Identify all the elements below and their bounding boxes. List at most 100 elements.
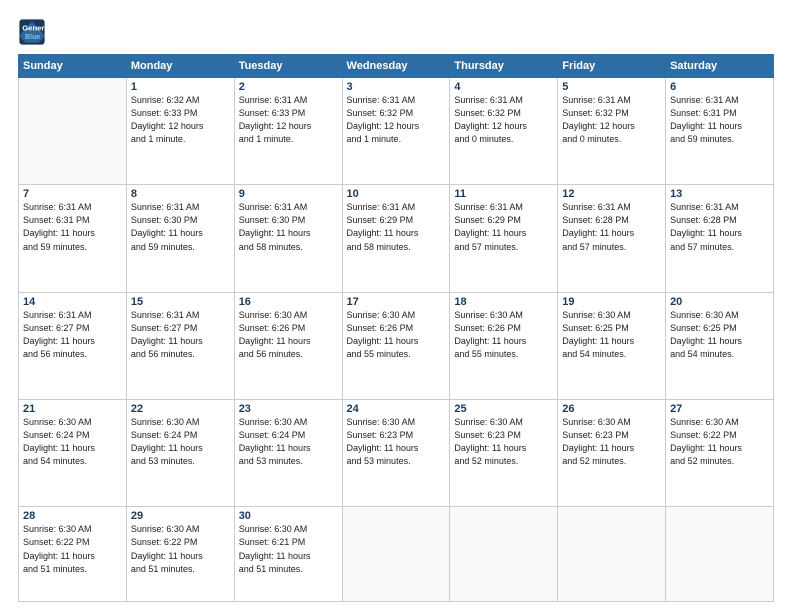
calendar-cell: 7Sunrise: 6:31 AM Sunset: 6:31 PM Daylig… [19,185,127,292]
day-number: 20 [670,296,769,308]
day-number: 30 [239,510,338,522]
day-number: 10 [347,188,446,200]
calendar-header-row: SundayMondayTuesdayWednesdayThursdayFrid… [19,55,774,78]
col-header-monday: Monday [126,55,234,78]
calendar-cell [666,507,774,602]
calendar-cell: 12Sunrise: 6:31 AM Sunset: 6:28 PM Dayli… [558,185,666,292]
calendar-cell: 17Sunrise: 6:30 AM Sunset: 6:26 PM Dayli… [342,292,450,399]
day-info: Sunrise: 6:30 AM Sunset: 6:22 PM Dayligh… [670,416,769,468]
day-info: Sunrise: 6:30 AM Sunset: 6:25 PM Dayligh… [670,309,769,361]
day-number: 22 [131,403,230,415]
day-info: Sunrise: 6:31 AM Sunset: 6:30 PM Dayligh… [239,201,338,253]
day-number: 17 [347,296,446,308]
day-number: 5 [562,81,661,93]
day-info: Sunrise: 6:30 AM Sunset: 6:21 PM Dayligh… [239,523,338,575]
day-info: Sunrise: 6:31 AM Sunset: 6:32 PM Dayligh… [347,94,446,146]
calendar-cell [342,507,450,602]
day-number: 2 [239,81,338,93]
day-number: 21 [23,403,122,415]
day-number: 27 [670,403,769,415]
day-info: Sunrise: 6:32 AM Sunset: 6:33 PM Dayligh… [131,94,230,146]
day-number: 15 [131,296,230,308]
col-header-friday: Friday [558,55,666,78]
day-info: Sunrise: 6:31 AM Sunset: 6:33 PM Dayligh… [239,94,338,146]
calendar-cell: 9Sunrise: 6:31 AM Sunset: 6:30 PM Daylig… [234,185,342,292]
day-number: 12 [562,188,661,200]
calendar-cell: 23Sunrise: 6:30 AM Sunset: 6:24 PM Dayli… [234,400,342,507]
day-number: 1 [131,81,230,93]
week-row-1: 1Sunrise: 6:32 AM Sunset: 6:33 PM Daylig… [19,78,774,185]
logo-icon: General Blue [18,18,46,46]
calendar-cell: 14Sunrise: 6:31 AM Sunset: 6:27 PM Dayli… [19,292,127,399]
day-info: Sunrise: 6:30 AM Sunset: 6:26 PM Dayligh… [239,309,338,361]
day-number: 8 [131,188,230,200]
header: General Blue [18,18,774,46]
calendar-cell: 28Sunrise: 6:30 AM Sunset: 6:22 PM Dayli… [19,507,127,602]
day-number: 26 [562,403,661,415]
calendar-cell: 8Sunrise: 6:31 AM Sunset: 6:30 PM Daylig… [126,185,234,292]
calendar-cell [450,507,558,602]
day-info: Sunrise: 6:31 AM Sunset: 6:28 PM Dayligh… [562,201,661,253]
page: General Blue SundayMondayTuesdayWednesda… [0,0,792,612]
week-row-3: 14Sunrise: 6:31 AM Sunset: 6:27 PM Dayli… [19,292,774,399]
calendar-cell: 11Sunrise: 6:31 AM Sunset: 6:29 PM Dayli… [450,185,558,292]
day-info: Sunrise: 6:30 AM Sunset: 6:22 PM Dayligh… [23,523,122,575]
day-info: Sunrise: 6:30 AM Sunset: 6:23 PM Dayligh… [454,416,553,468]
week-row-5: 28Sunrise: 6:30 AM Sunset: 6:22 PM Dayli… [19,507,774,602]
col-header-thursday: Thursday [450,55,558,78]
day-number: 14 [23,296,122,308]
calendar-cell: 4Sunrise: 6:31 AM Sunset: 6:32 PM Daylig… [450,78,558,185]
calendar-cell: 24Sunrise: 6:30 AM Sunset: 6:23 PM Dayli… [342,400,450,507]
calendar-cell: 13Sunrise: 6:31 AM Sunset: 6:28 PM Dayli… [666,185,774,292]
calendar-cell: 21Sunrise: 6:30 AM Sunset: 6:24 PM Dayli… [19,400,127,507]
day-number: 18 [454,296,553,308]
calendar-cell: 29Sunrise: 6:30 AM Sunset: 6:22 PM Dayli… [126,507,234,602]
calendar-cell: 20Sunrise: 6:30 AM Sunset: 6:25 PM Dayli… [666,292,774,399]
day-number: 28 [23,510,122,522]
day-info: Sunrise: 6:31 AM Sunset: 6:32 PM Dayligh… [454,94,553,146]
day-info: Sunrise: 6:31 AM Sunset: 6:27 PM Dayligh… [23,309,122,361]
day-number: 3 [347,81,446,93]
day-number: 9 [239,188,338,200]
day-info: Sunrise: 6:30 AM Sunset: 6:24 PM Dayligh… [131,416,230,468]
day-info: Sunrise: 6:30 AM Sunset: 6:25 PM Dayligh… [562,309,661,361]
calendar-cell [19,78,127,185]
day-number: 29 [131,510,230,522]
svg-text:General: General [22,24,46,33]
col-header-saturday: Saturday [666,55,774,78]
calendar-cell: 30Sunrise: 6:30 AM Sunset: 6:21 PM Dayli… [234,507,342,602]
day-info: Sunrise: 6:30 AM Sunset: 6:23 PM Dayligh… [562,416,661,468]
week-row-2: 7Sunrise: 6:31 AM Sunset: 6:31 PM Daylig… [19,185,774,292]
day-number: 11 [454,188,553,200]
calendar-cell: 26Sunrise: 6:30 AM Sunset: 6:23 PM Dayli… [558,400,666,507]
day-info: Sunrise: 6:30 AM Sunset: 6:24 PM Dayligh… [239,416,338,468]
day-info: Sunrise: 6:31 AM Sunset: 6:28 PM Dayligh… [670,201,769,253]
calendar-cell: 25Sunrise: 6:30 AM Sunset: 6:23 PM Dayli… [450,400,558,507]
day-info: Sunrise: 6:30 AM Sunset: 6:24 PM Dayligh… [23,416,122,468]
day-info: Sunrise: 6:31 AM Sunset: 6:32 PM Dayligh… [562,94,661,146]
calendar-table: SundayMondayTuesdayWednesdayThursdayFrid… [18,54,774,602]
week-row-4: 21Sunrise: 6:30 AM Sunset: 6:24 PM Dayli… [19,400,774,507]
day-number: 23 [239,403,338,415]
day-info: Sunrise: 6:31 AM Sunset: 6:29 PM Dayligh… [347,201,446,253]
calendar-cell: 1Sunrise: 6:32 AM Sunset: 6:33 PM Daylig… [126,78,234,185]
day-info: Sunrise: 6:30 AM Sunset: 6:26 PM Dayligh… [347,309,446,361]
day-number: 24 [347,403,446,415]
logo: General Blue [18,18,46,46]
day-number: 25 [454,403,553,415]
calendar-cell: 22Sunrise: 6:30 AM Sunset: 6:24 PM Dayli… [126,400,234,507]
day-number: 13 [670,188,769,200]
day-info: Sunrise: 6:31 AM Sunset: 6:30 PM Dayligh… [131,201,230,253]
day-number: 19 [562,296,661,308]
day-number: 7 [23,188,122,200]
calendar-cell: 3Sunrise: 6:31 AM Sunset: 6:32 PM Daylig… [342,78,450,185]
col-header-sunday: Sunday [19,55,127,78]
col-header-wednesday: Wednesday [342,55,450,78]
day-info: Sunrise: 6:30 AM Sunset: 6:23 PM Dayligh… [347,416,446,468]
day-info: Sunrise: 6:30 AM Sunset: 6:22 PM Dayligh… [131,523,230,575]
calendar-cell: 18Sunrise: 6:30 AM Sunset: 6:26 PM Dayli… [450,292,558,399]
calendar-cell: 19Sunrise: 6:30 AM Sunset: 6:25 PM Dayli… [558,292,666,399]
calendar-cell: 27Sunrise: 6:30 AM Sunset: 6:22 PM Dayli… [666,400,774,507]
calendar-cell: 10Sunrise: 6:31 AM Sunset: 6:29 PM Dayli… [342,185,450,292]
day-info: Sunrise: 6:31 AM Sunset: 6:27 PM Dayligh… [131,309,230,361]
